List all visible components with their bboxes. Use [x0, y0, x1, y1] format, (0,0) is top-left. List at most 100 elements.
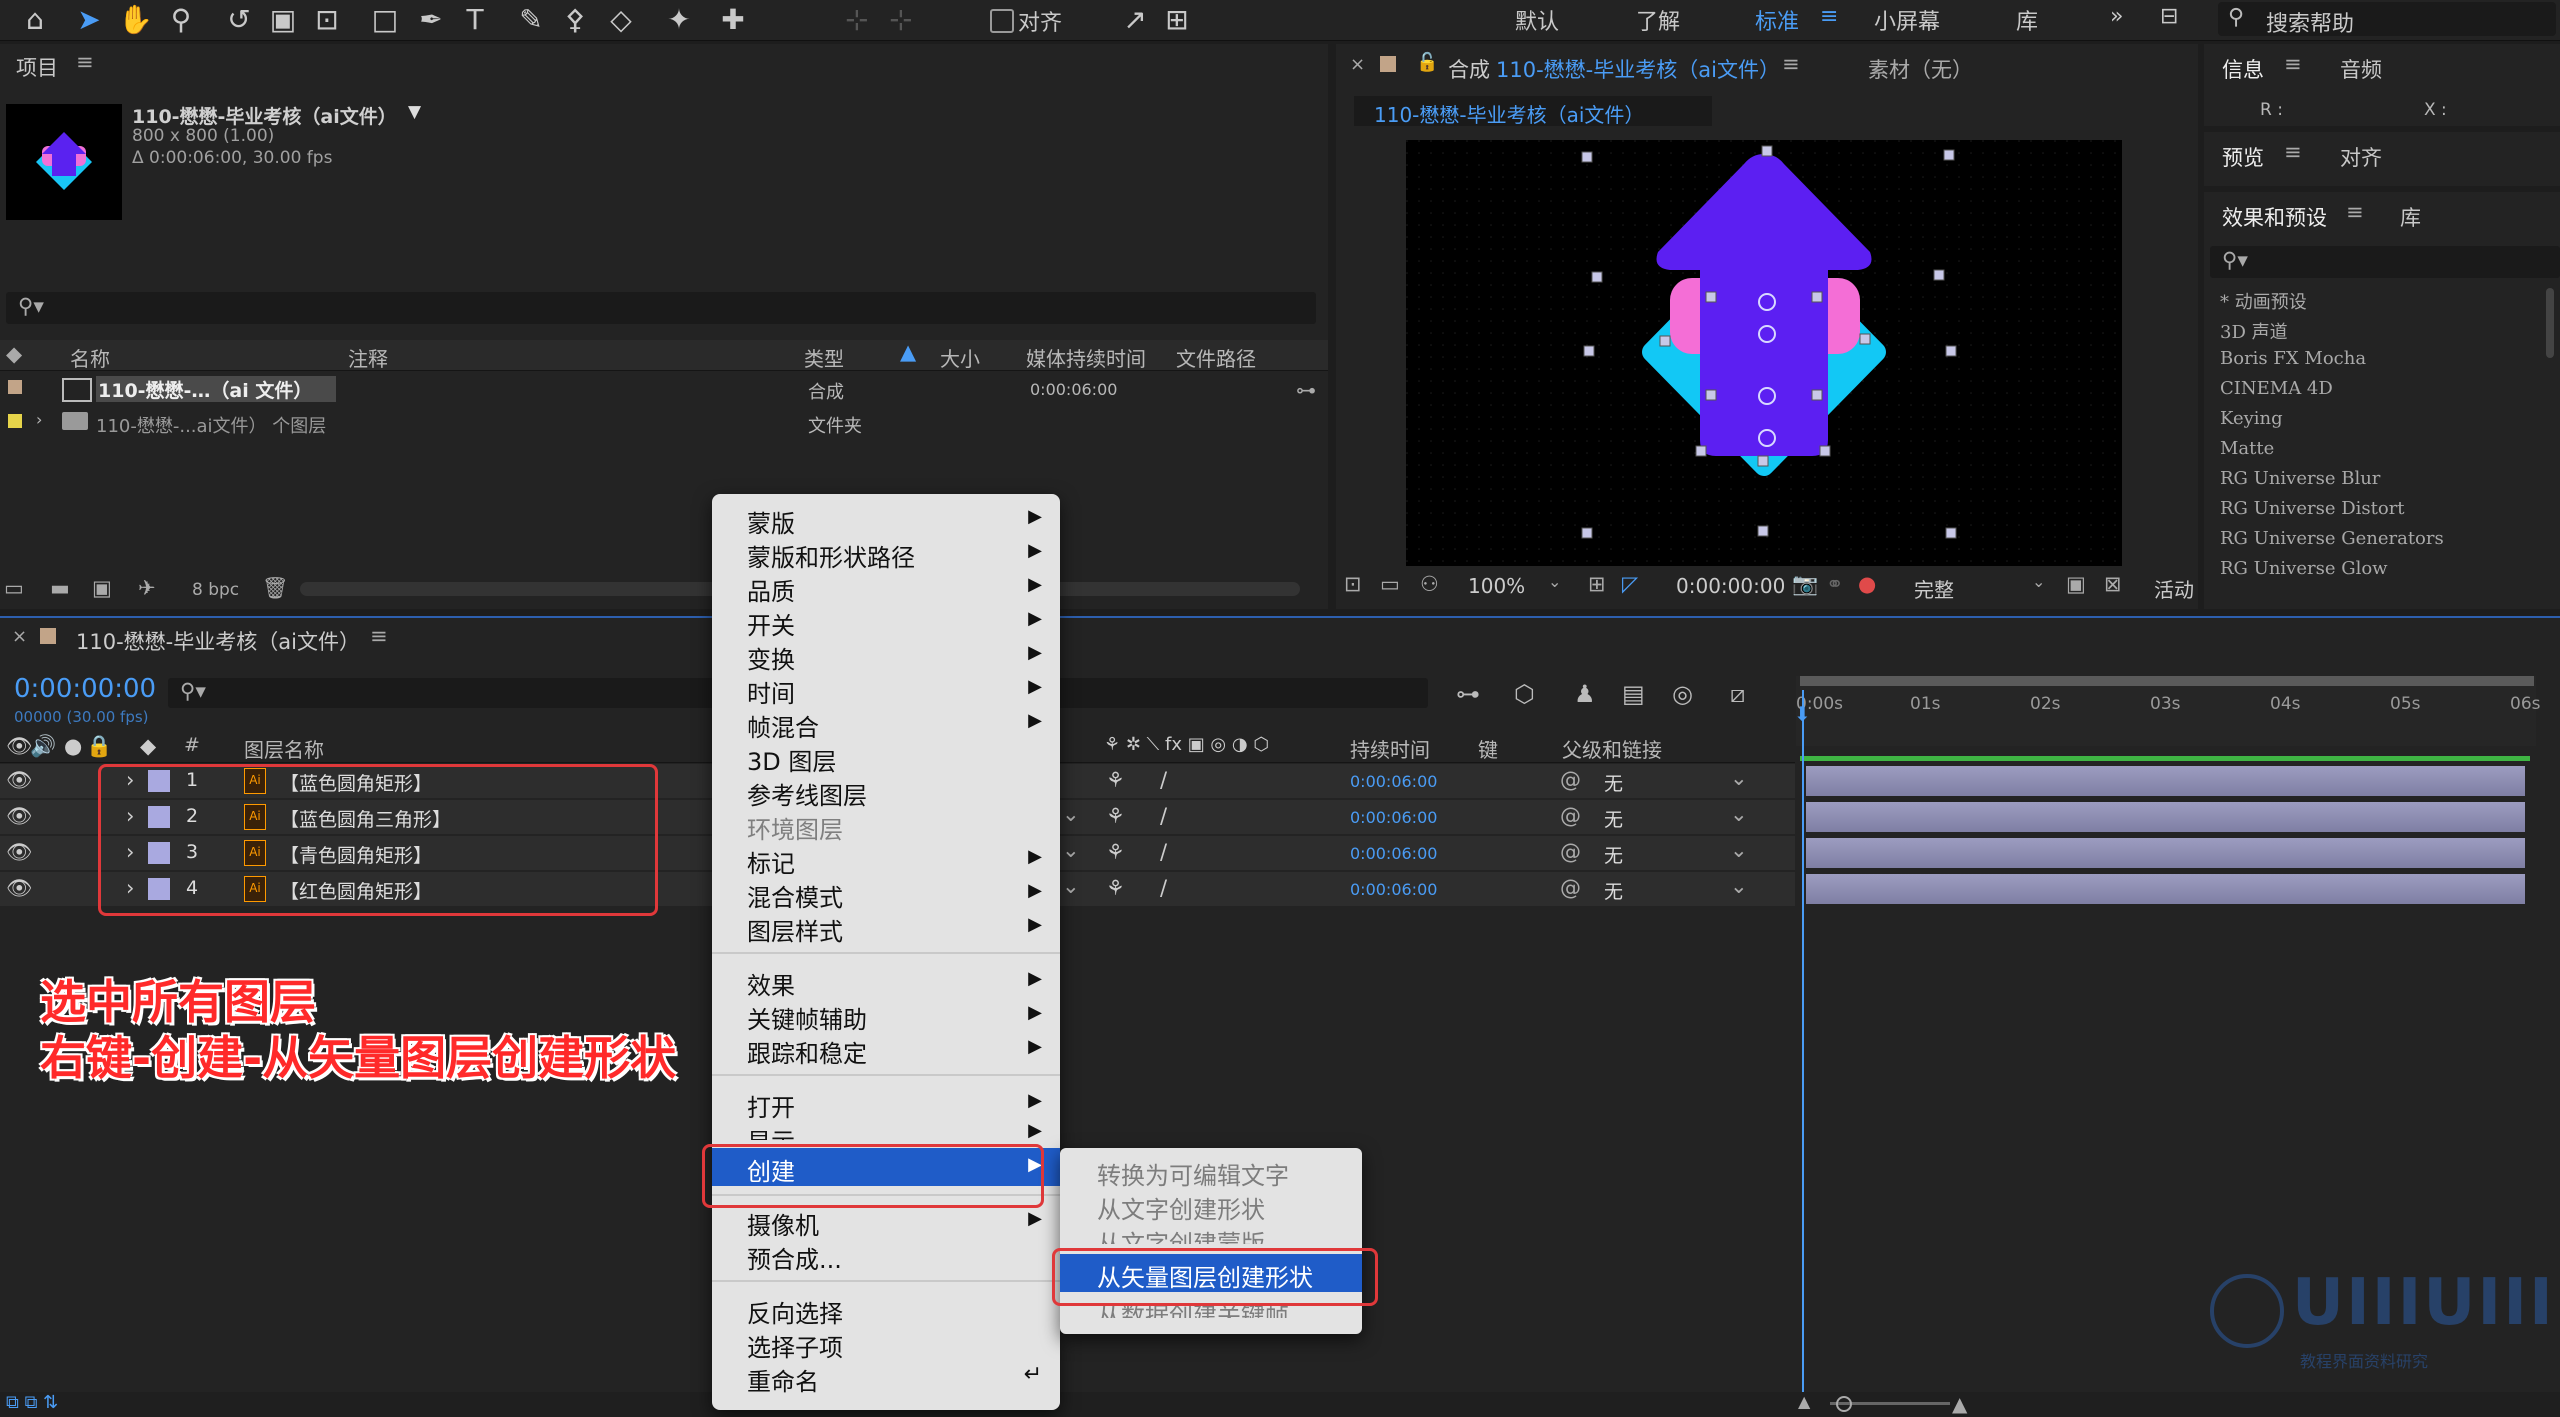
parent-dropdown[interactable]: 无	[1604, 877, 1623, 904]
dropdown-chevron-icon[interactable]: ⌄	[1730, 766, 1748, 790]
playhead-handle-icon[interactable]: ⬇	[1794, 702, 1811, 726]
quality-switch-icon[interactable]: /	[1160, 876, 1167, 900]
panel-menu-icon[interactable]: ≡	[2284, 52, 2302, 76]
layer-duration[interactable]: 0:00:06:00	[1350, 844, 1437, 863]
menu-item-3d-layer[interactable]: 3D 图层	[747, 742, 836, 777]
info-tab[interactable]: 信息	[2222, 54, 2264, 84]
menu-item-frame-blending[interactable]: 帧混合	[747, 708, 819, 743]
effects-item[interactable]: RG Universe Blur	[2220, 468, 2380, 489]
menu-item-blending-mode[interactable]: 混合模式	[747, 878, 843, 913]
close-icon[interactable]: ×	[1350, 54, 1365, 75]
zoom-in-icon[interactable]: ▲	[1952, 1392, 1967, 1416]
pick-whip-icon[interactable]: @	[1560, 876, 1581, 900]
always-preview-icon[interactable]: ⊡	[1344, 572, 1362, 596]
eraser-tool-icon[interactable]: ◇	[604, 3, 638, 37]
comp-breadcrumb[interactable]: 110-懋懋-毕业考核（ai文件）	[1354, 96, 1712, 127]
puppet-pin-icon[interactable]: ✚	[716, 3, 750, 37]
audio-tab[interactable]: 音频	[2340, 54, 2382, 84]
comp-mini-flowchart-icon[interactable]: ⊶	[1456, 680, 1480, 708]
quality-dropdown[interactable]: 完整	[1914, 574, 1954, 603]
menu-item-track-stabilize[interactable]: 跟踪和稳定	[747, 1034, 867, 1069]
effects-item[interactable]: * 动画预设	[2220, 288, 2307, 314]
more-workspaces-icon[interactable]: »	[2110, 4, 2123, 29]
viewer-timecode[interactable]: 0:00:00:00	[1676, 574, 1785, 598]
zoom-slider-thumb[interactable]	[1836, 1396, 1852, 1412]
menu-item-markers[interactable]: 标记	[747, 844, 795, 879]
zoom-dropdown-icon[interactable]: ⌄	[1548, 572, 1561, 591]
panel-menu-icon[interactable]: ≡	[2284, 140, 2302, 164]
parent-dropdown[interactable]: 无	[1604, 769, 1623, 796]
column-type[interactable]: 类型	[804, 343, 844, 372]
color-channels-icon[interactable]: ●	[1858, 572, 1876, 596]
visibility-eye-icon[interactable]: 👁	[6, 840, 33, 865]
column-file-path[interactable]: 文件路径	[1176, 343, 1256, 372]
layer-duration-bar[interactable]	[1806, 874, 2525, 904]
mode-dropdown-icon[interactable]: ⌄	[1062, 802, 1080, 826]
effects-item[interactable]: RG Universe Distort	[2220, 498, 2405, 519]
frame-blending-icon[interactable]: ▤	[1622, 680, 1645, 708]
align-tab[interactable]: 对齐	[2340, 142, 2382, 172]
quality-switch-icon[interactable]: /	[1160, 804, 1167, 828]
effects-scrollbar[interactable]	[2546, 288, 2554, 358]
timeline-timecode[interactable]: 0:00:00:00	[14, 674, 156, 704]
dropdown-chevron-icon[interactable]: ⌄	[1730, 874, 1748, 898]
panel-menu-icon[interactable]: ≡	[2346, 200, 2364, 224]
workspace-default[interactable]: 默认	[1515, 4, 1559, 36]
timeline-comp-tab[interactable]: 110-懋懋-毕业考核（ai文件）	[76, 626, 360, 656]
column-name[interactable]: 名称	[70, 343, 110, 372]
menu-item-invert-selection[interactable]: 反向选择	[747, 1294, 843, 1329]
expand-chevron-icon[interactable]: ›	[36, 410, 42, 429]
zoom-out-icon[interactable]: ▲	[1798, 1392, 1810, 1411]
lock-icon[interactable]: 🔓	[1416, 52, 1438, 73]
effects-tab[interactable]: 效果和预设	[2222, 202, 2327, 232]
comp-canvas[interactable]	[1406, 140, 2122, 606]
new-folder-icon[interactable]: ▬	[50, 576, 70, 600]
menu-item-guide-layer[interactable]: 参考线图层	[747, 776, 867, 811]
snapping-icon[interactable]: ↗	[1118, 3, 1152, 37]
layer-duration-bar[interactable]	[1806, 802, 2525, 832]
effects-item[interactable]: Keying	[2220, 408, 2283, 429]
column-size[interactable]: 大小	[940, 343, 980, 372]
footage-tab[interactable]: 素材（无）	[1868, 54, 1973, 84]
panel-menu-icon[interactable]: ≡	[1782, 52, 1800, 76]
comp-dropdown-icon[interactable]: ▼	[408, 102, 421, 122]
effects-item[interactable]: Boris FX Mocha	[2220, 348, 2366, 369]
collapse-transform-icon[interactable]: ⚘	[1106, 768, 1125, 792]
mask-visibility-icon[interactable]: ⚇	[1420, 572, 1439, 596]
parent-dropdown[interactable]: 无	[1604, 805, 1623, 832]
pick-whip-icon[interactable]: @	[1560, 804, 1581, 828]
flowchart-icon[interactable]: ⊶	[1296, 378, 1316, 402]
quality-switch-icon[interactable]: /	[1160, 768, 1167, 792]
menu-item-quality[interactable]: 品质	[747, 572, 795, 607]
effects-item[interactable]: Matte	[2220, 438, 2274, 459]
panel-menu-icon[interactable]: ≡	[370, 624, 388, 648]
clone-stamp-icon[interactable]: ⚴	[558, 3, 592, 37]
column-layer-name[interactable]: 图层名称	[244, 734, 324, 763]
menu-item-mask[interactable]: 蒙版	[747, 504, 795, 539]
draft-3d-icon[interactable]: ⬡	[1514, 680, 1535, 708]
effects-item[interactable]: RG Universe Glow	[2220, 558, 2388, 576]
effects-item[interactable]: CINEMA 4D	[2220, 378, 2333, 399]
dropdown-chevron-icon[interactable]: ⌄	[1730, 838, 1748, 862]
menu-item-open[interactable]: 打开	[747, 1088, 795, 1123]
grid-snap-icon[interactable]: ⊞	[1160, 3, 1194, 37]
effects-item[interactable]: 3D 声道	[2220, 318, 2288, 344]
effects-search-input[interactable]: ⚲▾	[2210, 246, 2560, 278]
home-icon[interactable]: ⌂	[18, 3, 52, 37]
menu-item-select-children[interactable]: 选择子项	[747, 1328, 843, 1363]
workspace-edit-icon[interactable]: ⊟	[2160, 4, 2178, 29]
snapshot-icon[interactable]: 📷	[1792, 572, 1818, 597]
workspace-small-screen[interactable]: 小屏幕	[1874, 4, 1940, 36]
workspace-standard[interactable]: 标准	[1755, 4, 1799, 36]
brush-tool-icon[interactable]: ✎	[514, 3, 548, 37]
preview-tab[interactable]: 预览	[2222, 142, 2264, 172]
layer-duration[interactable]: 0:00:06:00	[1350, 808, 1437, 827]
fast-preview-icon[interactable]: ⊠	[2104, 572, 2122, 596]
visibility-eye-icon[interactable]: 👁	[6, 804, 33, 829]
graph-editor-icon[interactable]: ⧄	[1730, 680, 1745, 708]
quality-switch-icon[interactable]: /	[1160, 840, 1167, 864]
motion-blur-icon[interactable]: ◎	[1672, 680, 1693, 708]
column-duration[interactable]: 持续时间	[1350, 734, 1430, 763]
menu-item-effect[interactable]: 效果	[747, 966, 795, 1001]
workspace-libraries[interactable]: 库	[2016, 4, 2038, 36]
